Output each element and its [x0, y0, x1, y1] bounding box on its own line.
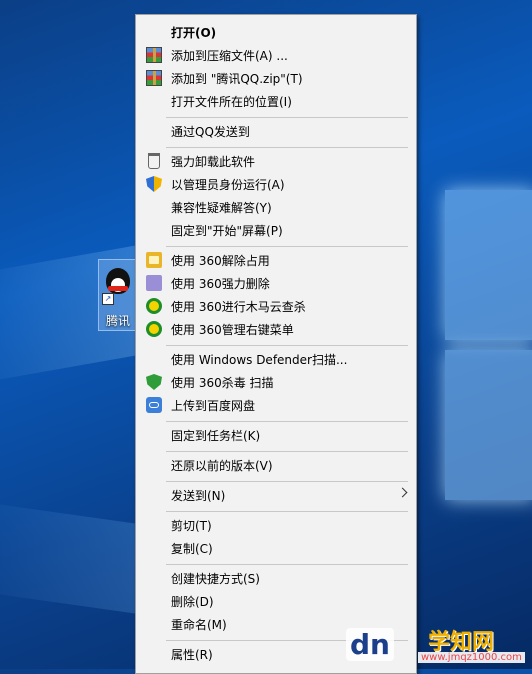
desktop-icon-qq[interactable]: ↗ 腾讯: [98, 259, 138, 331]
watermark-url: www.jmqz1000.com: [418, 652, 525, 663]
menu-item-360-antivirus-scan[interactable]: 使用 360杀毒 扫描: [138, 371, 414, 393]
360-unlock-icon: [146, 252, 162, 268]
360-scan-icon: [146, 298, 162, 314]
menu-item-360-manage-menu[interactable]: 使用 360管理右键菜单: [138, 318, 414, 340]
menu-item-send-via-qq[interactable]: 通过QQ发送到: [138, 120, 414, 142]
menu-separator: [166, 147, 408, 148]
360-menu-icon: [146, 321, 162, 337]
menu-separator: [166, 511, 408, 512]
winrar-icon: [146, 47, 162, 63]
shortcut-arrow-icon: ↗: [102, 293, 114, 305]
360-delete-icon: [146, 275, 162, 291]
menu-item-restore-previous[interactable]: 还原以前的版本(V): [138, 454, 414, 476]
menu-separator: [166, 117, 408, 118]
menu-item-360-trojan-scan[interactable]: 使用 360进行木马云查杀: [138, 295, 414, 317]
menu-item-360-force-delete[interactable]: 使用 360强力删除: [138, 272, 414, 294]
menu-separator: [166, 481, 408, 482]
menu-item-open[interactable]: 打开(O): [138, 21, 414, 43]
watermark-logo: dn: [346, 628, 394, 661]
menu-item-send-to[interactable]: 发送到(N): [138, 484, 414, 506]
menu-separator: [166, 246, 408, 247]
menu-item-pin-to-start[interactable]: 固定到"开始"屏幕(P): [138, 219, 414, 241]
menu-separator: [166, 345, 408, 346]
context-menu: 打开(O) 添加到压缩文件(A) ... 添加到 "腾讯QQ.zip"(T) 打…: [135, 14, 417, 674]
uac-shield-icon: [146, 176, 162, 192]
menu-item-add-to-zip[interactable]: 添加到 "腾讯QQ.zip"(T): [138, 67, 414, 89]
menu-item-pin-to-taskbar[interactable]: 固定到任务栏(K): [138, 424, 414, 446]
menu-item-360-unlock[interactable]: 使用 360解除占用: [138, 249, 414, 271]
chevron-right-icon: [397, 487, 408, 498]
menu-item-upload-baidu[interactable]: 上传到百度网盘: [138, 394, 414, 416]
menu-item-troubleshoot-compatibility[interactable]: 兼容性疑难解答(Y): [138, 196, 414, 218]
menu-separator: [166, 564, 408, 565]
site-watermark: dn 学知网 www.jmqz1000.com: [340, 622, 532, 669]
menu-item-copy[interactable]: 复制(C): [138, 537, 414, 559]
menu-item-open-file-location[interactable]: 打开文件所在的位置(I): [138, 90, 414, 112]
menu-separator: [166, 451, 408, 452]
menu-item-force-uninstall[interactable]: 强力卸载此软件: [138, 150, 414, 172]
360-antivirus-icon: [146, 374, 162, 390]
menu-item-delete[interactable]: 删除(D): [138, 590, 414, 612]
menu-separator: [166, 421, 408, 422]
menu-item-defender-scan[interactable]: 使用 Windows Defender扫描...: [138, 348, 414, 370]
menu-item-run-as-admin[interactable]: 以管理员身份运行(A): [138, 173, 414, 195]
baidu-cloud-icon: [146, 397, 162, 413]
trash-icon: [148, 153, 160, 169]
menu-item-add-to-archive[interactable]: 添加到压缩文件(A) ...: [138, 44, 414, 66]
desktop-icon-label: 腾讯: [105, 314, 130, 328]
menu-item-cut[interactable]: 剪切(T): [138, 514, 414, 536]
winrar-icon: [146, 70, 162, 86]
windows-logo-wallpaper: [425, 190, 532, 520]
menu-item-create-shortcut[interactable]: 创建快捷方式(S): [138, 567, 414, 589]
